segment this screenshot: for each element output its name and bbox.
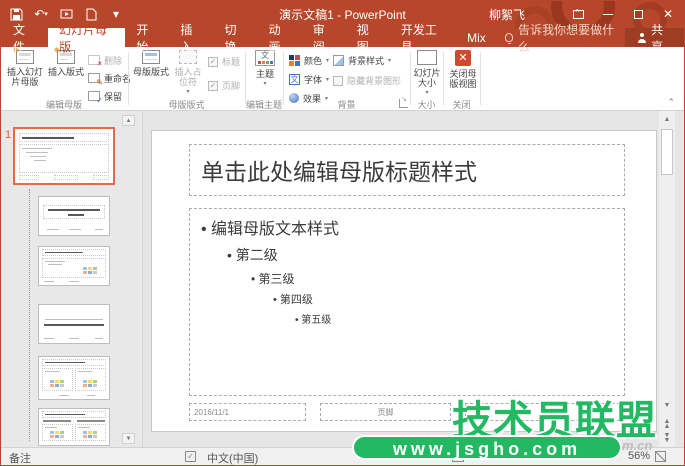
title-checkbox[interactable]: ✓ 标题 [208,55,240,68]
powerpoint-window: 演示文稿1 - PowerPoint ↶▾ ▾ 柳絮飞 ✕ 文件 幻灯片母版 开… [0,0,685,466]
insert-placeholder-button[interactable]: 插入占位符 ▾ [171,50,205,97]
bullet-level-3: 第三级 [201,270,624,287]
group-label-edit-master: 编辑母版 [0,98,128,110]
lightbulb-icon [505,33,513,42]
group-label-size: 大小 [410,98,443,110]
colors-icon [289,55,300,66]
maximize-button[interactable] [623,0,653,28]
dropdown-caret-icon: ▾ [326,57,329,64]
dropdown-caret-icon: ▾ [186,87,189,97]
dropdown-caret-icon: ▾ [326,76,329,83]
fonts-button[interactable]: 文 字体 ▾ [289,71,329,87]
bullet-level-1: 编辑母版文本样式 [201,215,624,239]
slide-number: 1 [5,129,11,141]
checkbox-checked-icon: ✓ [208,57,218,67]
footer-text: 页脚 [378,407,394,418]
group-separator [480,52,481,105]
thumbnail-section-header-layout[interactable] [38,304,110,344]
scrollbar-thumb[interactable] [661,129,673,175]
panel-scroll-up-icon[interactable]: ▲ [122,115,135,126]
slide-size-button[interactable]: 幻灯片大小 ▾ [412,50,442,98]
vertical-scrollbar[interactable]: ▲ ▼ ▲▲ ▼▼ [659,111,675,447]
checkbox-unchecked-icon [333,76,343,86]
insert-slide-master-button[interactable]: ✷ 插入幻灯片母版 [5,50,45,87]
date-text: 2016/11/1 [194,408,229,417]
dialog-launcher-icon[interactable] [399,99,408,108]
language-indicator[interactable]: 中文(中国) [207,450,258,466]
hide-background-graphics-checkbox[interactable]: 隐藏背景图形 [333,74,401,87]
tab-slide-master[interactable]: 幻灯片母版 [48,28,125,47]
scroll-down-icon[interactable]: ▼ [660,399,674,413]
notes-button[interactable]: 备注 [9,450,31,466]
tab-transitions[interactable]: 切换 [214,28,258,47]
thumbnail-title-slide-layout[interactable] [38,196,110,236]
person-icon [637,33,646,43]
close-master-view-button[interactable]: ✕ 关闭母版视图 [446,50,480,89]
dropdown-caret-icon: ▾ [388,57,391,64]
group-label-background: 背景 [283,98,410,110]
next-slide-icon[interactable]: ▼▼ [660,433,674,447]
delete-icon [88,55,100,65]
tell-me-box[interactable]: 告诉我你想要做什么 [497,28,625,47]
ribbon-tabs: 文件 幻灯片母版 开始 插入 切换 动画 审阅 视图 开发工具 Mix 告诉我你… [0,28,685,47]
previous-slide-icon[interactable]: ▲▲ [660,419,674,433]
thumbnail-slide-master[interactable] [15,129,113,183]
themes-button[interactable]: 文 主题 ▾ [249,50,281,89]
tab-view[interactable]: 视图 [346,28,390,47]
group-label-close: 关闭 [443,98,480,110]
thumbnail-comparison-layout[interactable] [38,408,110,446]
watermark-url-badge: www.jsgho.com [352,435,622,460]
fit-to-window-icon[interactable] [655,451,666,462]
tab-mix[interactable]: Mix [456,28,497,47]
title-placeholder[interactable]: 单击此处编辑母版标题样式 [189,144,625,196]
ribbon: ✷ 插入幻灯片母版 ✷ 插入版式 删除 重命名 保留 编辑母版 母版版式 插入占… [0,47,685,111]
thumbnail-title-content-layout[interactable] [38,246,110,286]
background-styles-icon [333,55,344,66]
dropdown-caret-icon: ▾ [425,88,428,98]
tab-home[interactable]: 开始 [125,28,169,47]
footer-checkbox[interactable]: ✓ 页脚 [208,79,240,92]
tab-insert[interactable]: 插入 [169,28,213,47]
collapse-ribbon-icon[interactable]: ⌃ [667,97,675,108]
thumbnail-two-content-layout[interactable] [38,356,110,400]
rename-icon [88,73,100,83]
tab-file[interactable]: 文件 [0,28,48,47]
master-title-text: 单击此处编辑母版标题样式 [201,153,477,187]
share-label: 共享 [651,21,673,55]
undo-icon[interactable]: ↶▾ [33,6,49,22]
slide-master-canvas[interactable]: 单击此处编辑母版标题样式 编辑母版文本样式 第二级 第三级 第四级 第五级 20… [151,130,657,432]
tab-review[interactable]: 审阅 [302,28,346,47]
bullet-level-2: 第二级 [201,245,624,265]
bullet-level-4: 第四级 [201,291,624,307]
tell-me-label: 告诉我你想要做什么 [518,21,617,55]
bullet-level-5: 第五级 [201,311,624,326]
fonts-icon: 文 [289,74,300,85]
footer-placeholder[interactable]: 页脚 [320,403,451,421]
share-button[interactable]: 共享 [625,28,685,47]
tab-animations[interactable]: 动画 [258,28,302,47]
slide-thumbnail-panel: 1 ▲ ▼ [0,111,143,447]
group-label-master-layout: 母版版式 [128,98,245,110]
layout-connector-line [29,189,30,441]
panel-scroll-down-icon[interactable]: ▼ [122,433,135,444]
proofing-icon[interactable]: ✓ [185,451,196,462]
tab-developer[interactable]: 开发工具 [390,28,456,47]
checkbox-checked-icon: ✓ [208,81,218,91]
close-master-icon: ✕ [455,50,471,66]
scroll-up-icon[interactable]: ▲ [660,113,674,127]
date-placeholder[interactable]: 2016/11/1 [189,403,306,421]
rename-button[interactable]: 重命名 [88,70,131,86]
group-label-edit-theme: 编辑主题 [245,98,283,110]
dropdown-caret-icon: ▾ [263,79,266,89]
body-placeholder[interactable]: 编辑母版文本样式 第二级 第三级 第四级 第五级 [189,208,625,396]
